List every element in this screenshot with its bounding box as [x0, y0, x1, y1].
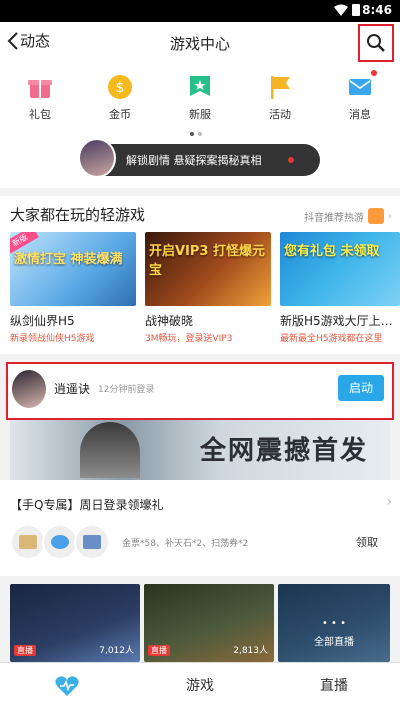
viewer-count: 2,813人: [233, 646, 268, 656]
quick-link-label: 礼包: [29, 108, 51, 121]
game-name: 新版H5游戏大厅上…: [280, 314, 393, 328]
viewer-count: 7,012人: [99, 646, 134, 656]
unread-dot: [371, 70, 377, 76]
launch-button[interactable]: 启动: [338, 375, 384, 401]
quick-link-coin[interactable]: $ 金币: [90, 74, 150, 122]
chevron-right-icon: ›: [388, 210, 392, 222]
game-name: 逍遥诀: [54, 382, 91, 396]
page-title: 游戏中心: [169, 35, 230, 53]
gift-desc: 金票*58、补天石*2、扫荡券*2: [122, 539, 249, 549]
chevron-right-icon: ›: [386, 494, 392, 510]
all-live-button[interactable]: • • • 全部直播: [278, 584, 390, 662]
quick-link-activity[interactable]: 活动: [250, 74, 310, 122]
game-art-text: 激情打宝 神装爆满: [14, 252, 123, 267]
last-login-time: 12分钟前登录: [98, 385, 155, 395]
claim-button[interactable]: 领取: [356, 534, 378, 550]
ticket-icon: [10, 524, 46, 560]
section-more[interactable]: 抖音推荐热游 ›: [304, 208, 392, 224]
wifi-icon: [334, 4, 348, 16]
gift-items: [10, 524, 110, 560]
game-thumbnail: 您有礼包 未领取: [280, 232, 400, 306]
game-name: 纵剑仙界H5: [10, 314, 75, 328]
coin-icon: $: [107, 74, 133, 100]
search-icon: [367, 34, 385, 52]
game-banner[interactable]: 全网震撼首发: [10, 420, 390, 480]
quick-link-gift[interactable]: 礼包: [10, 74, 70, 122]
status-time: 8:46: [362, 3, 392, 17]
character-figure: [80, 422, 140, 478]
avatar: [78, 138, 116, 178]
live-list: 直播 7,012人 直播 2,813人 • • • 全部直播: [0, 584, 400, 662]
battery-icon: [352, 4, 360, 16]
recent-game-row[interactable]: 逍遥诀 12分钟前登录 启动: [6, 362, 394, 420]
game-thumbnail: 开启VIP3 打怪爆元宝: [145, 232, 271, 306]
section-title: 大家都在玩的轻游戏: [10, 206, 146, 224]
status-bar: 8:46: [0, 0, 400, 22]
quick-links: 礼包 $ 金币 新服 活动 消息 解锁剧情 悬疑探案揭秘真相: [0, 64, 400, 188]
coupon-icon: [74, 524, 110, 560]
game-subtitle: 3M畅玩，登录送VIP3: [145, 334, 233, 344]
game-subtitle: 新录领战仙侠H5游戏: [10, 334, 95, 344]
promo-text: 解锁剧情 悬疑探案揭秘真相: [126, 154, 262, 167]
top-nav: 动态 游戏中心: [0, 22, 400, 64]
game-name: 战神破晓: [145, 314, 194, 328]
tab-live[interactable]: 直播: [320, 675, 348, 695]
game-subtitle: 最新最全H5游戏都在这里: [280, 334, 383, 344]
game-card[interactable]: 您有礼包 未领取 新版H5游戏大厅上… 最新最全H5游戏都在这里: [280, 232, 400, 344]
quick-link-message[interactable]: 消息: [330, 70, 390, 122]
heart-icon[interactable]: [54, 673, 80, 699]
svg-text:$: $: [116, 80, 125, 96]
new-server-icon: [187, 74, 213, 100]
message-icon: [347, 70, 377, 100]
live-badge: 直播: [148, 645, 170, 656]
live-card[interactable]: 直播 7,012人: [10, 584, 140, 662]
live-card[interactable]: 直播 2,813人: [144, 584, 274, 662]
game-art-text: 开启VIP3 打怪爆元宝: [149, 244, 265, 278]
quick-link-label: 消息: [349, 108, 371, 121]
bottom-tab-bar: 游戏 直播: [0, 662, 400, 710]
avatar: [12, 370, 46, 408]
game-card[interactable]: 开启VIP3 打怪爆元宝 战神破晓 3M畅玩，登录送VIP3: [145, 232, 271, 344]
game-card[interactable]: 新版 激情打宝 神装爆满 纵剑仙界H5 新录领战仙侠H5游戏: [10, 232, 136, 344]
featured-section: 大家都在玩的轻游戏 抖音推荐热游 › 新版 激情打宝 神装爆满 纵剑仙界H5 新…: [0, 196, 400, 354]
game-thumbnail: 新版 激情打宝 神装爆满: [10, 232, 136, 306]
gift-card[interactable]: 【手Q专属】周日登录领壕礼 › 金票*58、补天石*2、扫荡券*2 领取: [0, 480, 400, 576]
live-badge: 直播: [14, 645, 36, 656]
gift-title: 【手Q专属】周日登录领壕礼: [10, 498, 164, 512]
game-art-text: 您有礼包 未领取: [284, 244, 380, 259]
gift-icon: [27, 74, 53, 100]
promo-pill[interactable]: 解锁剧情 悬疑探案揭秘真相: [78, 138, 320, 178]
all-live-label: 全部直播: [314, 637, 354, 648]
search-button[interactable]: [358, 24, 394, 62]
carousel-indicator: [190, 132, 202, 136]
unread-dot: [288, 157, 294, 163]
section-source: 抖音推荐热游: [304, 212, 364, 224]
quick-link-new-server[interactable]: 新服: [170, 74, 230, 122]
banner-text: 全网震撼首发: [200, 436, 369, 466]
gem-icon: [42, 524, 78, 560]
more-icon: • • •: [321, 618, 347, 629]
quick-link-label: 金币: [109, 108, 131, 121]
gift-box-icon: [368, 208, 384, 224]
tab-game[interactable]: 游戏: [186, 675, 214, 695]
quick-link-label: 活动: [269, 108, 291, 121]
flag-icon: [267, 74, 293, 100]
quick-link-label: 新服: [189, 108, 211, 121]
